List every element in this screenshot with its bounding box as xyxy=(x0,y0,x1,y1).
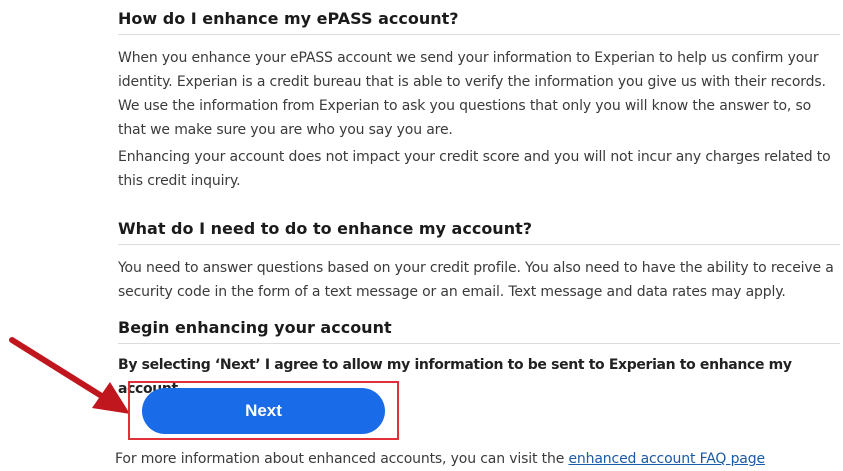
faq-link[interactable]: enhanced account FAQ page xyxy=(568,451,765,467)
section-paragraph: Enhancing your account does not impact y… xyxy=(118,149,831,189)
section-paragraph: You need to answer questions based on yo… xyxy=(118,260,834,300)
section-heading-enhance: How do I enhance my ePASS account? xyxy=(118,9,840,35)
next-button[interactable]: Next xyxy=(142,388,385,434)
section-heading-begin: Begin enhancing your account xyxy=(118,318,840,344)
section-paragraph: When you enhance your ePASS account we s… xyxy=(118,50,826,138)
section-heading-what-to-do: What do I need to do to enhance my accou… xyxy=(118,219,840,245)
footer-text: For more information about enhanced acco… xyxy=(115,447,843,471)
footer-text-prefix: For more information about enhanced acco… xyxy=(115,451,569,467)
